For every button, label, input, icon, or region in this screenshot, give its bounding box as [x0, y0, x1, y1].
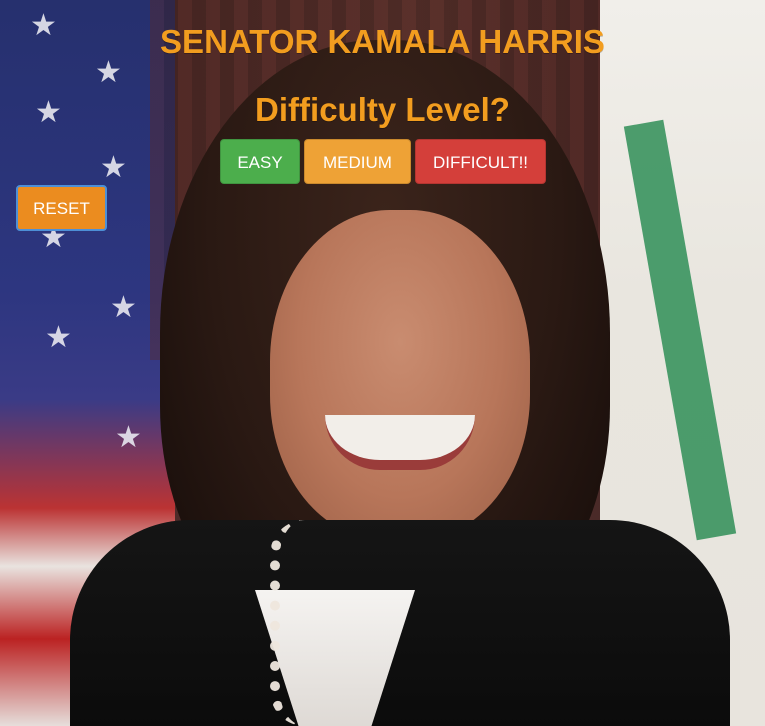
ui-overlay: SENATOR KAMALA HARRIS Difficulty Level? …	[0, 0, 765, 726]
game-stage: ★ ★ ★ ★ ★ ★ ★ ★ SENATOR KAMALA HARRIS Di…	[0, 0, 765, 726]
difficult-button[interactable]: DIFFICULT!!	[415, 139, 546, 184]
easy-button[interactable]: EASY	[220, 139, 300, 184]
reset-button[interactable]: RESET	[16, 185, 107, 231]
difficulty-heading: Difficulty Level?	[255, 91, 510, 128]
page-title: SENATOR KAMALA HARRIS	[160, 23, 605, 60]
medium-button[interactable]: MEDIUM	[304, 139, 411, 184]
difficulty-button-group: EASY MEDIUM DIFFICULT!!	[220, 139, 546, 184]
